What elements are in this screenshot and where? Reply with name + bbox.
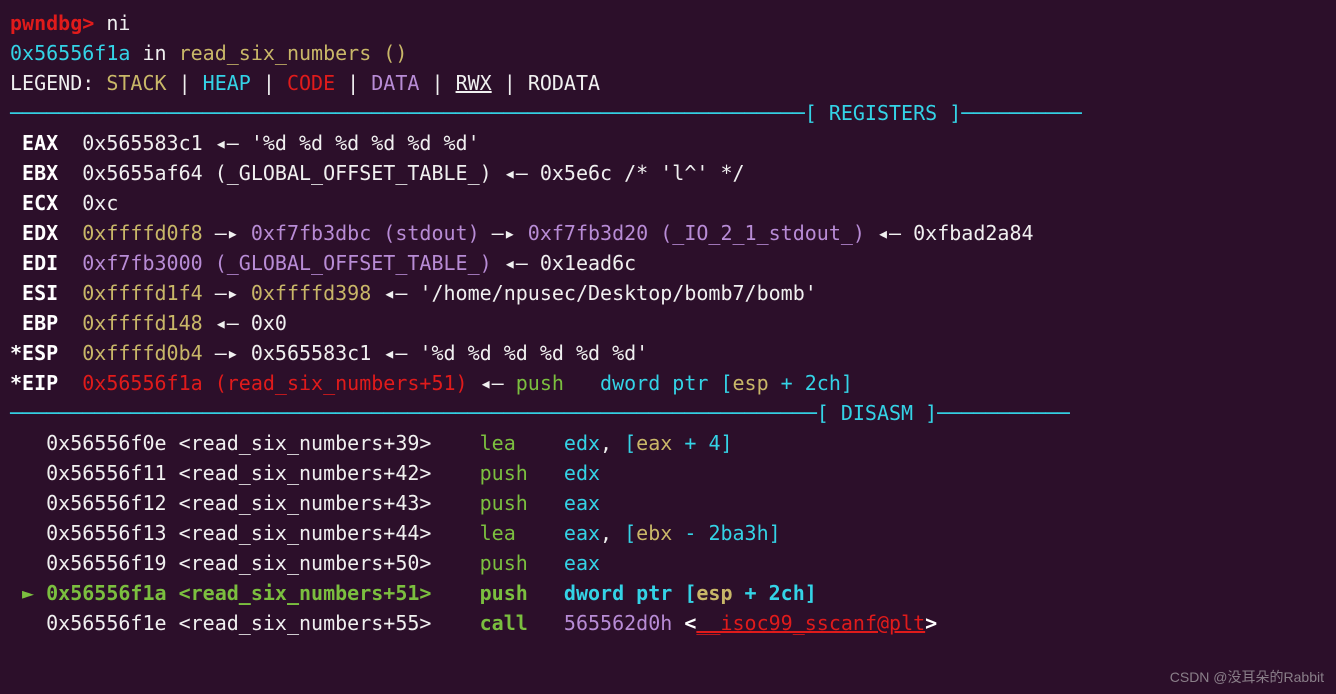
reg-ecx: ECX 0xc bbox=[10, 188, 1326, 218]
legend-data: DATA bbox=[371, 71, 419, 95]
reg-eax: EAX 0x565583c1 ◂— '%d %d %d %d %d %d' bbox=[10, 128, 1326, 158]
reg-ebx: EBX 0x5655af64 (_GLOBAL_OFFSET_TABLE_) ◂… bbox=[10, 158, 1326, 188]
current-marker-icon: ► bbox=[10, 581, 46, 605]
reg-eip: *EIP 0x56556f1a (read_six_numbers+51) ◂—… bbox=[10, 368, 1326, 398]
legend-rwx: RWX bbox=[456, 71, 492, 95]
prompt-label: pwndbg> bbox=[10, 11, 94, 35]
context-line: 0x56556f1a in read_six_numbers () bbox=[10, 38, 1326, 68]
disasm-row: 0x56556f19 <read_six_numbers+50> push ea… bbox=[10, 548, 1326, 578]
watermark: CSDN @没耳朵的Rabbit bbox=[1170, 667, 1324, 688]
reg-esp: *ESP 0xffffd0b4 —▸ 0x565583c1 ◂— '%d %d … bbox=[10, 338, 1326, 368]
reg-edi: EDI 0xf7fb3000 (_GLOBAL_OFFSET_TABLE_) ◂… bbox=[10, 248, 1326, 278]
call-target: __isoc99_sscanf@plt bbox=[696, 611, 925, 635]
disasm-row: 0x56556f12 <read_six_numbers+43> push ea… bbox=[10, 488, 1326, 518]
legend-heap: HEAP bbox=[203, 71, 251, 95]
disasm-row: 0x56556f13 <read_six_numbers+44> lea eax… bbox=[10, 518, 1326, 548]
disasm-row: 0x56556f11 <read_six_numbers+42> push ed… bbox=[10, 458, 1326, 488]
prompt-line: pwndbg> ni bbox=[10, 8, 1326, 38]
reg-ebp: EBP 0xffffd148 ◂— 0x0 bbox=[10, 308, 1326, 338]
context-func: read_six_numbers () bbox=[179, 41, 408, 65]
reg-esi: ESI 0xffffd1f4 —▸ 0xffffd398 ◂— '/home/n… bbox=[10, 278, 1326, 308]
registers-header: ────────────────────────────────────────… bbox=[10, 98, 1326, 128]
context-addr: 0x56556f1a bbox=[10, 41, 130, 65]
disasm-row: 0x56556f1e <read_six_numbers+55> call 56… bbox=[10, 608, 1326, 638]
disasm-row-current: ► 0x56556f1a <read_six_numbers+51> push … bbox=[10, 578, 1326, 608]
legend-code: CODE bbox=[287, 71, 335, 95]
disasm-row: 0x56556f0e <read_six_numbers+39> lea edx… bbox=[10, 428, 1326, 458]
command: ni bbox=[106, 11, 130, 35]
legend-line: LEGEND: STACK | HEAP | CODE | DATA | RWX… bbox=[10, 68, 1326, 98]
disasm-header: ────────────────────────────────────────… bbox=[10, 398, 1326, 428]
legend-stack: STACK bbox=[106, 71, 166, 95]
terminal[interactable]: pwndbg> ni 0x56556f1a in read_six_number… bbox=[0, 0, 1336, 646]
reg-edx: EDX 0xffffd0f8 —▸ 0xf7fb3dbc (stdout) —▸… bbox=[10, 218, 1326, 248]
legend-rodata: RODATA bbox=[528, 71, 600, 95]
